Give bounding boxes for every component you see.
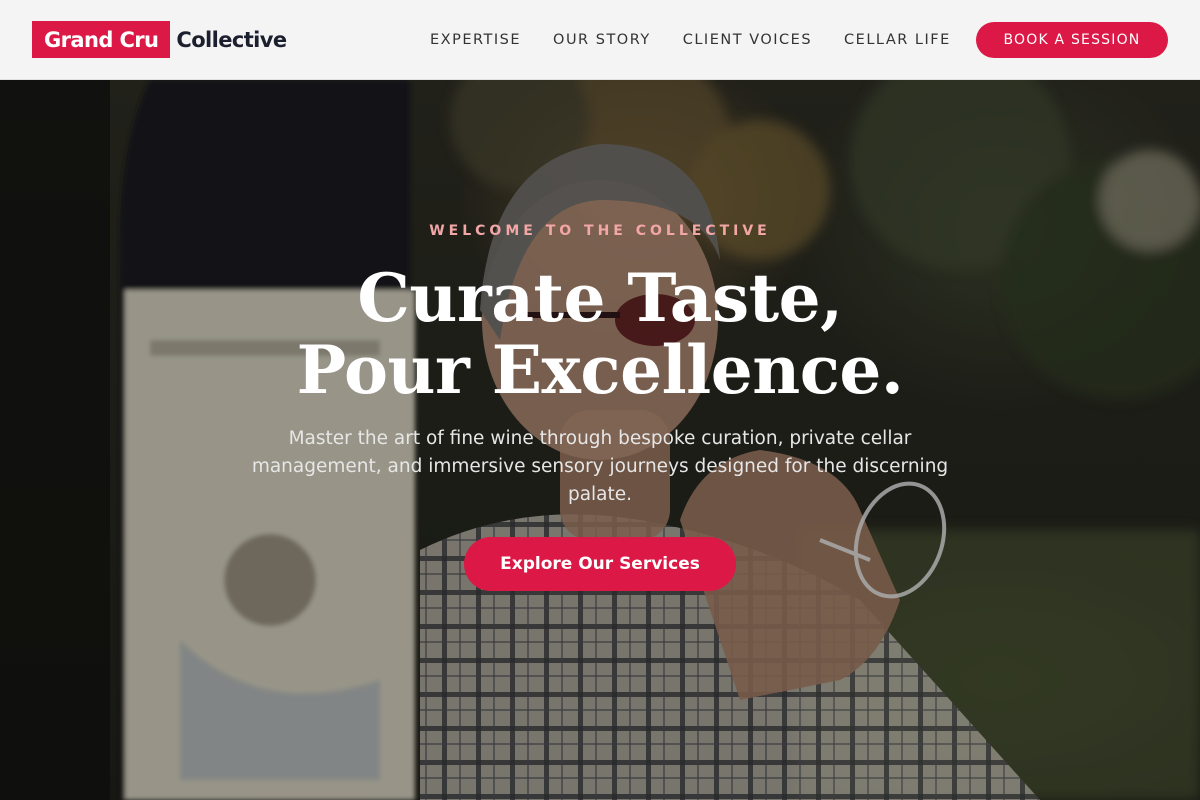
book-session-button[interactable]: BOOK A SESSION (976, 22, 1168, 58)
hero-section: WELCOME TO THE COLLECTIVE Curate Taste, … (0, 80, 1200, 800)
nav-item-our-story[interactable]: OUR STORY (553, 32, 651, 48)
site-header: Grand Cru Collective EXPERTISE OUR STORY… (0, 0, 1200, 80)
explore-services-button[interactable]: Explore Our Services (464, 537, 736, 591)
hero-content: WELCOME TO THE COLLECTIVE Curate Taste, … (0, 80, 1200, 800)
nav-item-cellar-life[interactable]: CELLAR LIFE (844, 32, 951, 48)
hero-headline: Curate Taste, Pour Excellence. (0, 262, 1200, 406)
hero-subtext: Master the art of fine wine through besp… (251, 428, 949, 505)
nav-item-client-voices[interactable]: CLIENT VOICES (683, 32, 812, 48)
hero-eyebrow: WELCOME TO THE COLLECTIVE (429, 223, 771, 239)
logo-text: Collective (176, 27, 287, 52)
hero-headline-line2: Pour Excellence. (296, 331, 904, 409)
main-nav: EXPERTISE OUR STORY CLIENT VOICES CELLAR… (430, 0, 983, 80)
logo-badge: Grand Cru (32, 21, 171, 58)
site-logo[interactable]: Grand Cru Collective (32, 21, 287, 58)
hero-headline-line1: Curate Taste, (357, 259, 843, 337)
nav-item-expertise[interactable]: EXPERTISE (430, 32, 521, 48)
